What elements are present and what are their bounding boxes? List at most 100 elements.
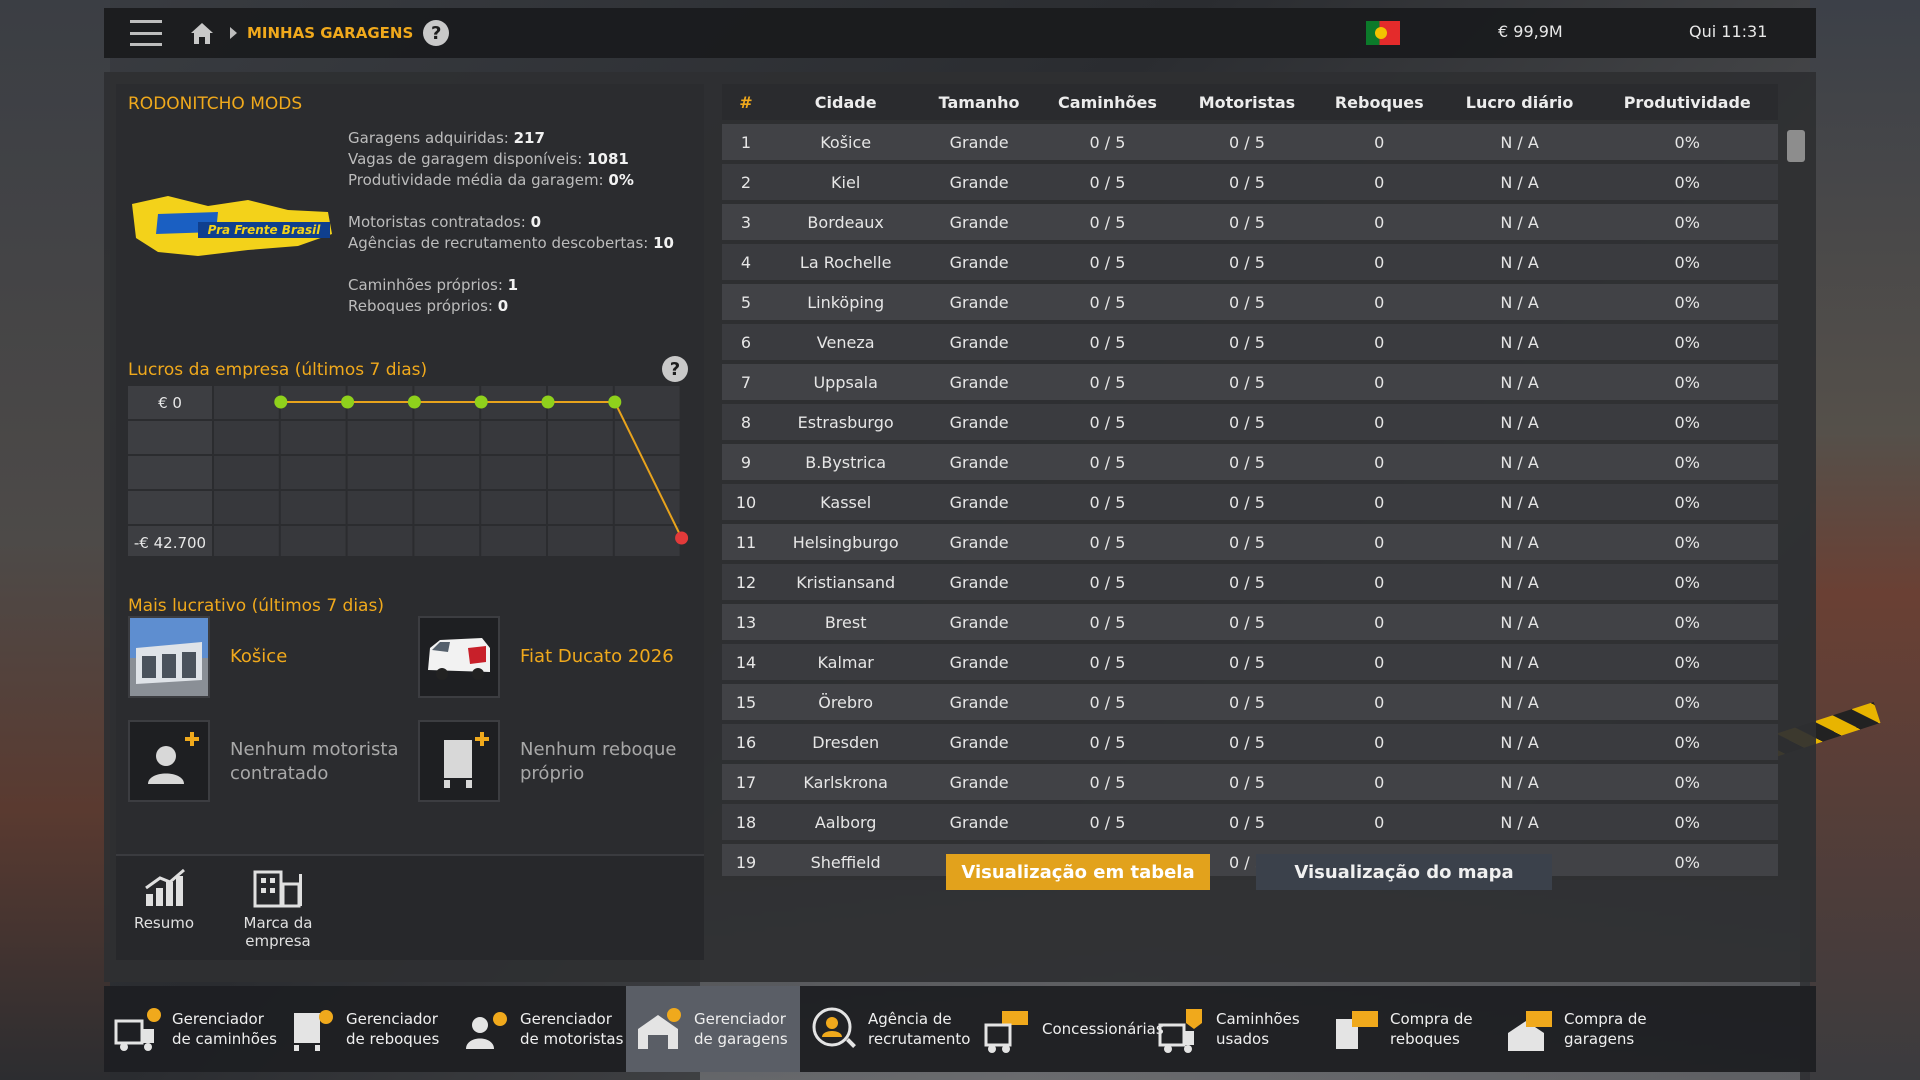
profit-point[interactable] <box>407 395 421 409</box>
nav-trailer-manager[interactable]: Gerenciador de reboques <box>278 986 452 1072</box>
nav-buy-garages[interactable]: Compra de garagens <box>1496 986 1670 1072</box>
tab-label: Resumo <box>133 914 195 932</box>
cell-daily-profit: N / A <box>1442 124 1597 160</box>
no-trailer-label: Nenhum reboque próprio <box>520 739 677 784</box>
table-row[interactable]: 6 Veneza Grande 0 / 50 / 50N / A 0% <box>722 324 1778 360</box>
cell-productivity: 0% <box>1596 324 1778 360</box>
chart-grid-cell <box>347 526 413 556</box>
cell-drivers: 0 / 5 <box>1178 164 1316 200</box>
table-row[interactable]: 4 La Rochelle Grande 0 / 50 / 50N / A 0% <box>722 244 1778 280</box>
table-row[interactable]: 2 Kiel Grande 0 / 50 / 50N / A 0% <box>722 164 1778 200</box>
cell-city: Uppsala <box>770 364 922 400</box>
buy-trailer-tile[interactable] <box>418 720 500 802</box>
column-header[interactable]: Tamanho <box>921 84 1037 120</box>
nav-truck-manager[interactable]: Gerenciador de caminhões <box>104 986 278 1072</box>
table-scrollbar[interactable] <box>1786 122 1806 862</box>
cell-size: Grande <box>921 444 1037 480</box>
column-header[interactable]: Cidade <box>770 84 922 120</box>
table-row[interactable]: 3 Bordeaux Grande 0 / 50 / 50N / A 0% <box>722 204 1778 240</box>
column-header[interactable]: Caminhões <box>1036 84 1179 120</box>
table-row[interactable]: 13 Brest Grande 0 / 50 / 50N / A 0% <box>722 604 1778 640</box>
company-summary-panel: RODONITCHO MODS Pra Frente Brasil Garage… <box>116 84 704 960</box>
table-row[interactable]: 9 B.Bystrica Grande 0 / 50 / 50N / A 0% <box>722 444 1778 480</box>
table-header-row: # Cidade Tamanho Caminhões Motoristas Reboque… <box>722 84 1778 120</box>
profit-point[interactable] <box>474 395 488 409</box>
most-profitable-truck[interactable]: Fiat Ducato 2026 <box>520 646 674 667</box>
cell-trailers: 0 <box>1315 204 1443 240</box>
table-row[interactable]: 7 Uppsala Grande 0 / 50 / 50N / A 0% <box>722 364 1778 400</box>
cell-productivity: 0% <box>1596 804 1778 840</box>
add-driver-icon <box>148 732 199 784</box>
tab-resumo[interactable]: Resumo <box>118 866 210 932</box>
cell-rank: 4 <box>722 244 770 280</box>
nav-driver-manager[interactable]: Gerenciador de motoristas <box>452 986 626 1072</box>
nav-dealership[interactable]: Concessionárias <box>974 986 1164 1072</box>
cell-trailers: 0 <box>1315 684 1443 720</box>
cell-productivity: 0% <box>1596 164 1778 200</box>
nav-garage-manager[interactable]: Gerenciador de garagens <box>626 986 800 1072</box>
table-row[interactable]: 17 Karlskrona Grande 0 / 50 / 50N / A 0% <box>722 764 1778 800</box>
cell-drivers: 0 / 5 <box>1178 484 1316 520</box>
cell-trailers: 0 <box>1315 724 1443 760</box>
cell-size: Grande <box>921 524 1037 560</box>
breadcrumb[interactable]: MINHAS GARAGENS <box>247 24 413 42</box>
chart-grid-cell <box>214 421 279 454</box>
column-header[interactable]: Lucro diário <box>1442 84 1597 120</box>
profit-point[interactable] <box>274 395 288 409</box>
garage-thumbnail[interactable] <box>128 616 210 698</box>
nav-recruitment-agency[interactable]: Agência de recrutamento <box>800 986 974 1072</box>
cell-trucks: 0 / 5 <box>1036 564 1179 600</box>
profit-point[interactable] <box>541 395 555 409</box>
column-header[interactable]: Reboques <box>1315 84 1443 120</box>
column-header[interactable]: Motoristas <box>1178 84 1316 120</box>
column-header[interactable]: Produtividade <box>1596 84 1778 120</box>
scrollbar-thumb[interactable] <box>1787 130 1805 162</box>
profit-point[interactable] <box>341 395 355 409</box>
cell-rank: 19 <box>722 844 770 876</box>
cell-trailers: 0 <box>1315 804 1443 840</box>
help-icon[interactable]: ? <box>423 20 450 46</box>
help-icon[interactable]: ? <box>662 356 688 382</box>
cell-trailers: 0 <box>1315 124 1443 160</box>
map-view-button[interactable]: Visualização do mapa <box>1256 854 1552 890</box>
y-tick-label-bottom: -€ 42.700 <box>134 534 206 552</box>
portugal-flag-icon[interactable] <box>1366 21 1400 45</box>
table-row[interactable]: 18 Aalborg Grande 0 / 50 / 50N / A 0% <box>722 804 1778 840</box>
table-view-button[interactable]: Visualização em tabela <box>946 854 1210 890</box>
table-row[interactable]: 1 Košice Grande 0 / 50 / 50N / A 0% <box>722 124 1778 160</box>
nav-used-trucks[interactable]: Caminhões usados <box>1148 986 1322 1072</box>
profit-point[interactable] <box>675 531 689 545</box>
cell-trailers: 0 <box>1315 484 1443 520</box>
table-row[interactable]: 16 Dresden Grande 0 / 50 / 50N / A 0% <box>722 724 1778 760</box>
cell-trucks: 0 / 5 <box>1036 244 1179 280</box>
cell-rank: 11 <box>722 524 770 560</box>
truck-thumbnail[interactable] <box>418 616 500 698</box>
hire-driver-tile[interactable] <box>128 720 210 802</box>
most-profitable-garage[interactable]: Košice <box>230 646 287 667</box>
cell-productivity: 0% <box>1596 444 1778 480</box>
column-header[interactable]: # <box>722 84 770 120</box>
cell-daily-profit: N / A <box>1442 564 1597 600</box>
truck-manager-icon <box>114 1008 161 1051</box>
table-row[interactable]: 10 Kassel Grande 0 / 50 / 50N / A 0% <box>722 484 1778 520</box>
home-icon[interactable] <box>188 19 216 47</box>
cell-size: Grande <box>921 244 1037 280</box>
cell-trailers: 0 <box>1315 444 1443 480</box>
cell-size: Grande <box>921 564 1037 600</box>
table-row[interactable]: 5 Linköping Grande 0 / 50 / 50N / A 0% <box>722 284 1778 320</box>
menu-icon[interactable] <box>130 20 162 46</box>
cell-city: B.Bystrica <box>770 444 922 480</box>
nav-buy-trailers[interactable]: Compra de reboques <box>1322 986 1496 1072</box>
profit-point[interactable] <box>608 395 622 409</box>
cell-trucks: 0 / 5 <box>1036 324 1179 360</box>
cell-rank: 12 <box>722 564 770 600</box>
table-row[interactable]: 14 Kalmar Grande 0 / 50 / 50N / A 0% <box>722 644 1778 680</box>
cell-trucks: 0 / 5 <box>1036 684 1179 720</box>
cell-drivers: 0 / 5 <box>1178 124 1316 160</box>
table-row[interactable]: 11 Helsingburgo Grande 0 / 50 / 50N / A 0% <box>722 524 1778 560</box>
table-row[interactable]: 12 Kristiansand Grande 0 / 50 / 50N / A 0% <box>722 564 1778 600</box>
table-row[interactable]: 15 Örebro Grande 0 / 50 / 50N / A 0% <box>722 684 1778 720</box>
table-row[interactable]: 8 Estrasburgo Grande 0 / 50 / 50N / A 0% <box>722 404 1778 440</box>
tab-marca-da-empresa[interactable]: Marca da empresa <box>232 866 324 950</box>
table-row[interactable]: 19SheffieldGrande0 / 50 / 50N / A0% <box>722 844 1778 876</box>
